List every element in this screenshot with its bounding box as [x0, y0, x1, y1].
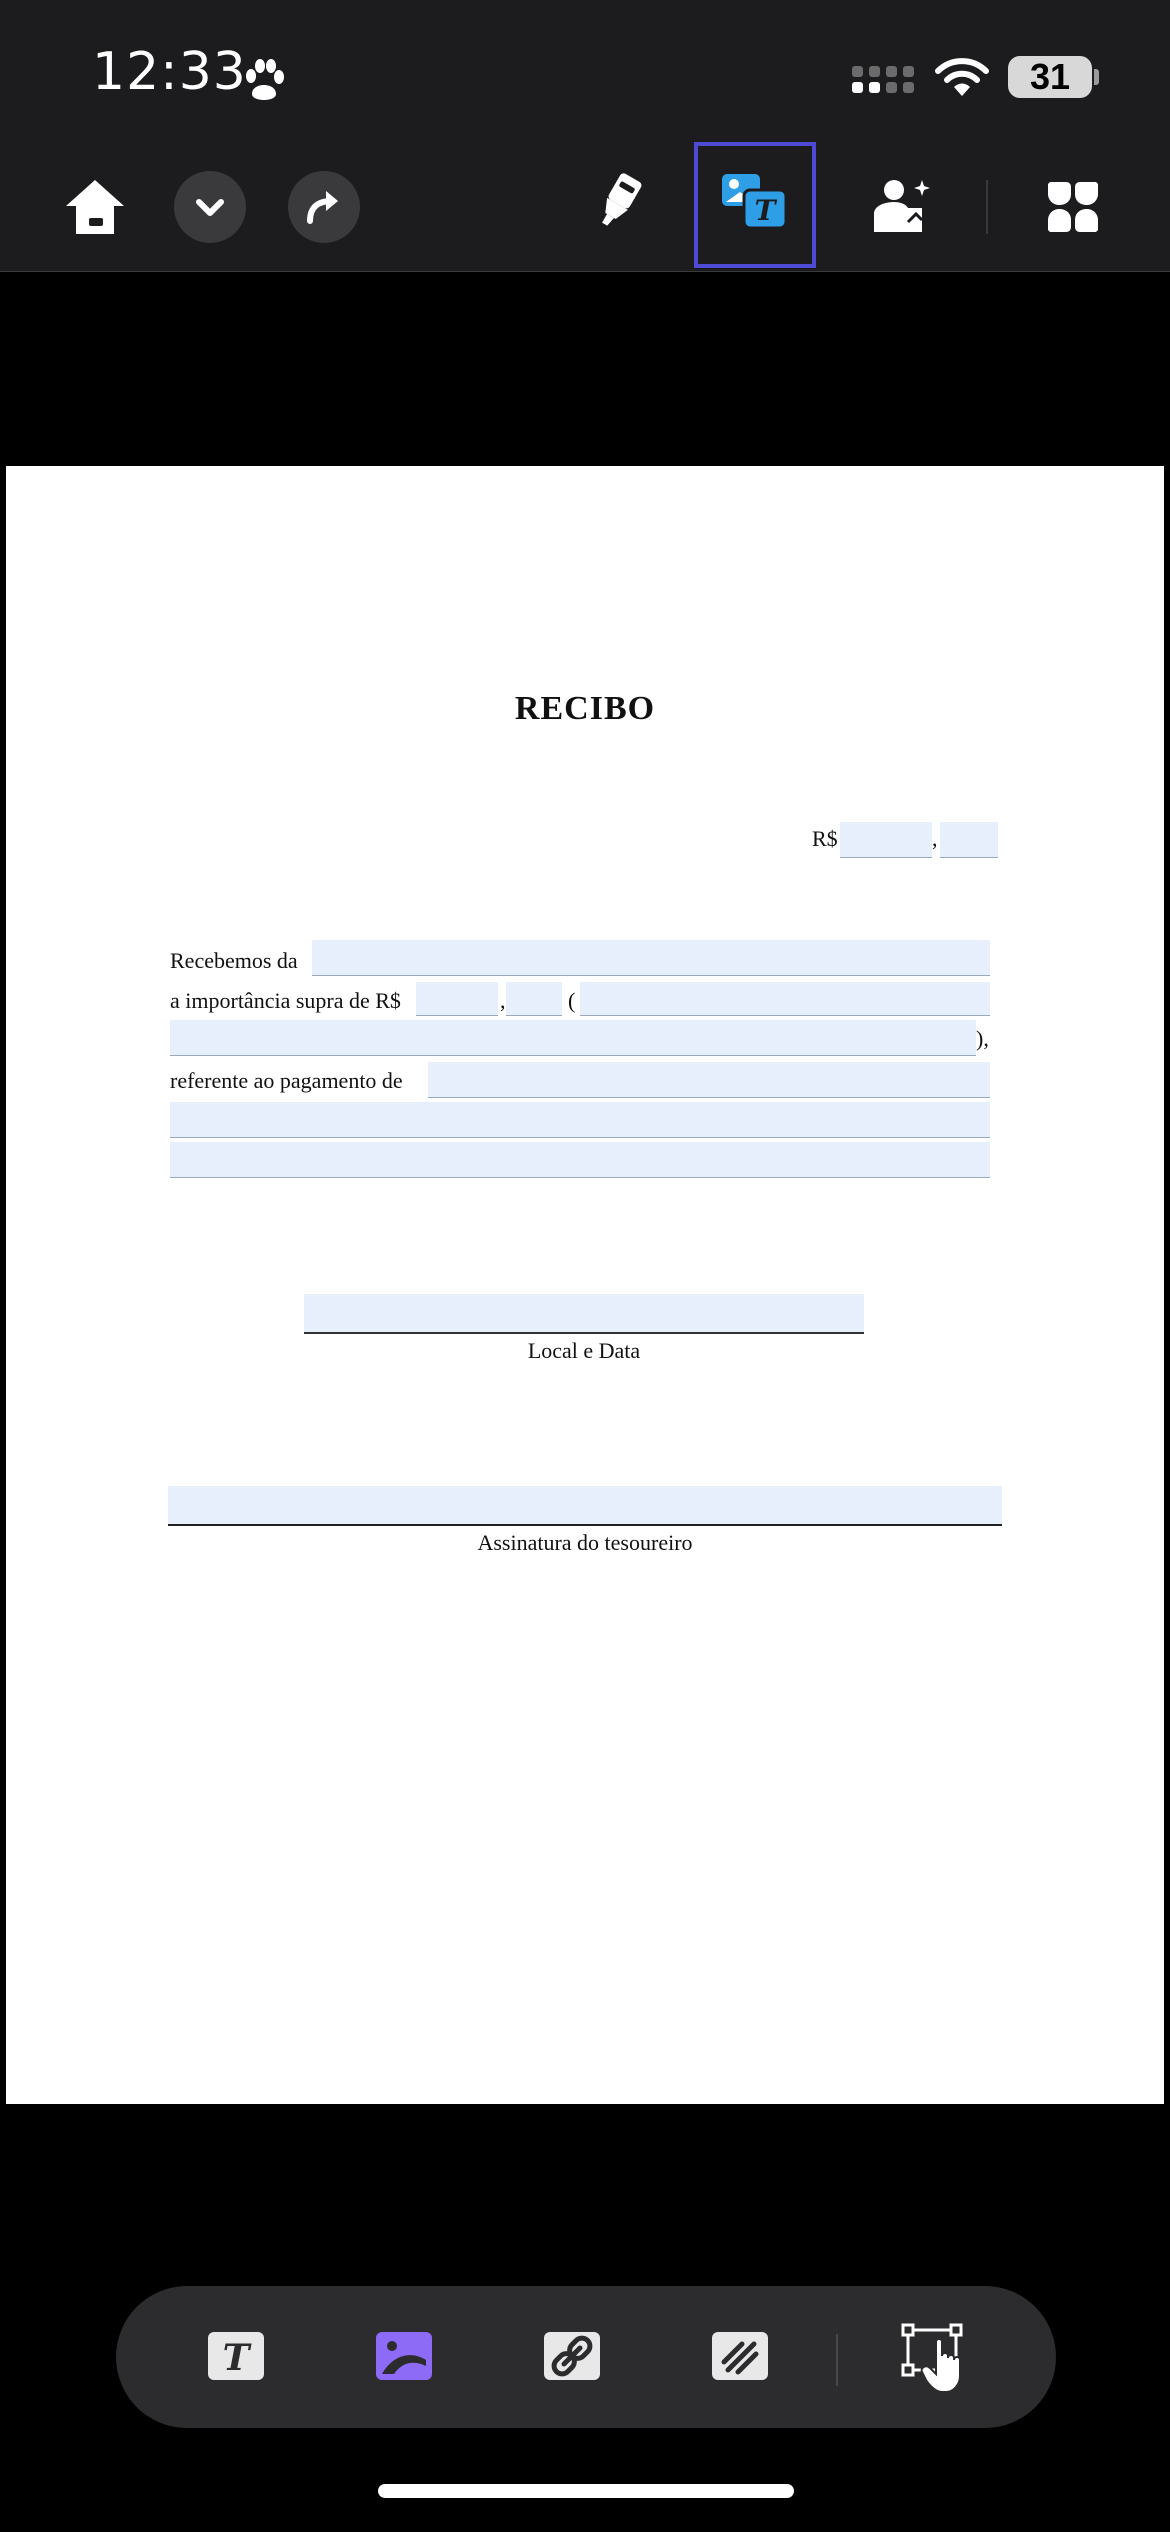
- amount-words-reais-field[interactable]: [416, 982, 498, 1016]
- amount-words-comma: ,: [500, 988, 506, 1013]
- reference-field[interactable]: [428, 1062, 990, 1098]
- home-icon[interactable]: [62, 176, 128, 238]
- document-title: RECIBO: [514, 690, 656, 727]
- edit-text-image-tool[interactable]: T: [694, 142, 816, 268]
- status-time: 12:33: [92, 42, 247, 102]
- amount-in-words-field[interactable]: [580, 982, 990, 1016]
- more-grid-icon[interactable]: [1044, 178, 1102, 236]
- text-tool-icon[interactable]: T: [208, 2332, 264, 2380]
- signature-label: Assinatura do tesoureiro: [477, 1530, 693, 1555]
- select-tool-icon[interactable]: [900, 2322, 976, 2396]
- cellular-signal-icon: [852, 66, 914, 93]
- share-arrow-icon: [307, 191, 338, 224]
- share-button[interactable]: [288, 171, 360, 243]
- currency-symbol-label: R$: [812, 826, 838, 851]
- reference-label: referente ao pagamento de: [170, 1068, 403, 1093]
- reference-line-2-field[interactable]: [170, 1102, 990, 1138]
- svg-text:T: T: [755, 194, 778, 227]
- treasurer-signature-field[interactable]: [168, 1486, 1002, 1526]
- received-from-label: Recebemos da: [170, 948, 298, 973]
- wifi-icon: [935, 58, 989, 96]
- open-paren: (: [568, 988, 576, 1013]
- paw-icon: [246, 59, 284, 100]
- amount-comma: ,: [932, 826, 938, 851]
- dropdown-button[interactable]: [174, 171, 246, 243]
- reference-line-3-field[interactable]: [170, 1142, 990, 1178]
- amount-label: a importância supra de R$: [170, 988, 401, 1013]
- amount-reais-field[interactable]: [840, 822, 932, 858]
- crop-tool-icon[interactable]: [712, 2332, 768, 2380]
- place-date-field[interactable]: [304, 1294, 864, 1334]
- place-date-label: Local e Data: [527, 1338, 641, 1363]
- amount-in-words-continued-field[interactable]: [170, 1020, 976, 1056]
- received-from-field[interactable]: [312, 940, 990, 976]
- home-indicator: [378, 2484, 794, 2498]
- close-paren: ),: [976, 1026, 989, 1051]
- bottom-toolbar-divider: [836, 2334, 838, 2386]
- chevron-down-icon: [196, 199, 224, 216]
- edit-text-image-icon: T: [722, 174, 788, 230]
- battery-indicator: 31: [1008, 56, 1092, 98]
- amount-words-cents-field[interactable]: [506, 982, 562, 1016]
- add-image-icon[interactable]: [872, 176, 934, 236]
- highlighter-icon[interactable]: [590, 170, 646, 236]
- battery-tip: [1094, 69, 1099, 85]
- toolbar-divider: [986, 180, 988, 234]
- image-tool-icon[interactable]: [376, 2332, 432, 2380]
- svg-text:T: T: [223, 2337, 252, 2379]
- link-tool-icon[interactable]: [544, 2332, 600, 2380]
- amount-cents-field[interactable]: [940, 822, 998, 858]
